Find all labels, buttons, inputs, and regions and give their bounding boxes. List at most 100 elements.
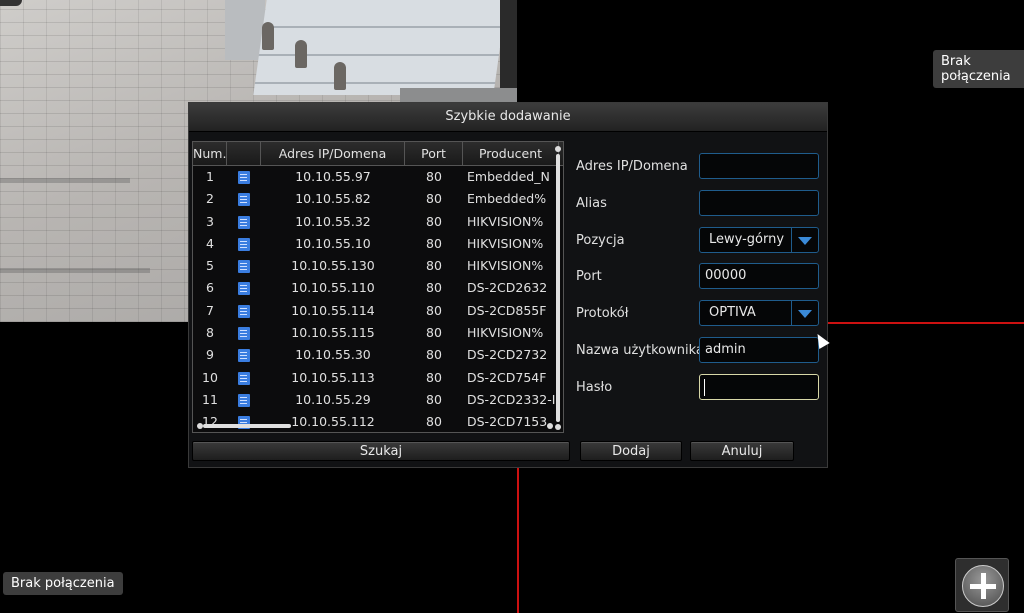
camera-scene-doorway xyxy=(500,0,517,100)
password-label: Hasło xyxy=(576,380,613,395)
row-ip: 10.10.55.82 xyxy=(295,191,371,207)
table-row[interactable]: 1 10.10.55.97 80 Embedded_N xyxy=(193,166,563,188)
row-ip: 10.10.55.114 xyxy=(291,302,375,318)
table-row[interactable]: 5 10.10.55.130 80 HIKVISION% xyxy=(193,255,563,277)
table-row[interactable]: 9 10.10.55.30 80 DS-2CD2732 xyxy=(193,344,563,366)
alias-label: Alias xyxy=(576,196,607,211)
chevron-down-icon[interactable] xyxy=(791,301,818,325)
table-row[interactable]: 2 10.10.55.82 80 Embedded% xyxy=(193,188,563,210)
scroll-right-dot[interactable] xyxy=(547,423,553,429)
edit-cell[interactable] xyxy=(227,277,261,299)
edit-document-icon[interactable] xyxy=(238,282,250,296)
cancel-button[interactable]: Anuluj xyxy=(690,441,794,461)
add-button[interactable]: Dodaj xyxy=(580,441,682,461)
no-connection-label: Brak połączenia xyxy=(3,572,123,595)
row-number: 5 xyxy=(206,258,214,274)
row-number: 12 xyxy=(202,414,218,430)
protocol-label: Protokół xyxy=(576,306,629,321)
edit-document-icon[interactable] xyxy=(238,349,250,363)
row-port: 80 xyxy=(426,191,442,207)
row-producer: HIKVISION% xyxy=(467,258,544,274)
column-header-num[interactable]: Num. xyxy=(193,142,227,165)
row-port: 80 xyxy=(426,169,442,184)
edit-document-icon[interactable] xyxy=(238,215,250,229)
column-header-ip[interactable]: Adres IP/Domena xyxy=(261,142,405,165)
edit-document-icon[interactable] xyxy=(238,393,250,407)
username-label: Nazwa użytkownika xyxy=(576,343,704,358)
edit-cell[interactable] xyxy=(227,188,261,210)
ip-label: Adres IP/Domena xyxy=(576,159,688,174)
table-row[interactable]: 3 10.10.55.32 80 HIKVISION% xyxy=(193,211,563,233)
record-indicator-icon xyxy=(0,0,22,6)
add-camera-button[interactable] xyxy=(955,558,1009,612)
row-number: 6 xyxy=(206,280,214,296)
username-input[interactable]: admin xyxy=(699,337,819,363)
alias-input[interactable] xyxy=(699,190,819,216)
search-button[interactable]: Szukaj xyxy=(192,441,570,461)
row-port: 80 xyxy=(426,325,442,341)
scrollbar-thumb[interactable] xyxy=(203,424,291,428)
port-label: Port xyxy=(576,269,602,284)
ip-domain-input[interactable] xyxy=(699,153,819,179)
table-row[interactable]: 4 10.10.55.10 80 HIKVISION% xyxy=(193,233,563,255)
edit-cell[interactable] xyxy=(227,411,261,432)
row-ip: 10.10.55.10 xyxy=(295,235,371,251)
row-producer: HIKVISION% xyxy=(467,325,544,341)
text-caret xyxy=(704,379,705,396)
table-row[interactable]: 11 10.10.55.29 80 DS-2CD2332-I xyxy=(193,389,563,411)
row-port: 80 xyxy=(426,347,442,363)
edit-cell[interactable] xyxy=(227,255,261,277)
edit-document-icon[interactable] xyxy=(238,260,250,274)
camera-scene-stripe xyxy=(0,178,130,183)
vertical-scrollbar[interactable] xyxy=(555,146,561,430)
edit-document-icon[interactable] xyxy=(238,304,250,318)
camera-scene-stripe xyxy=(0,268,150,273)
table-row[interactable]: 7 10.10.55.114 80 DS-2CD855F xyxy=(193,300,563,322)
edit-cell[interactable] xyxy=(227,166,261,188)
table-row[interactable]: 6 10.10.55.110 80 DS-2CD2632 xyxy=(193,277,563,299)
edit-document-icon[interactable] xyxy=(238,237,250,251)
scrollbar-thumb[interactable] xyxy=(556,154,560,422)
row-port: 80 xyxy=(426,258,442,274)
edit-cell[interactable] xyxy=(227,367,261,389)
table-row[interactable]: 12 10.10.55.112 80 DS-2CD7153 xyxy=(193,411,563,432)
row-port: 80 xyxy=(426,391,442,407)
row-number: 9 xyxy=(206,347,214,363)
scroll-down-dot[interactable] xyxy=(555,424,561,430)
edit-document-icon[interactable] xyxy=(238,171,250,184)
port-input[interactable]: 00000 xyxy=(699,263,819,289)
edit-cell[interactable] xyxy=(227,233,261,255)
edit-document-icon[interactable] xyxy=(238,193,250,207)
edit-cell[interactable] xyxy=(227,211,261,233)
row-number: 2 xyxy=(206,191,214,207)
row-ip: 10.10.55.29 xyxy=(295,391,371,407)
table-row[interactable]: 8 10.10.55.115 80 HIKVISION% xyxy=(193,322,563,344)
edit-cell[interactable] xyxy=(227,344,261,366)
horizontal-scrollbar[interactable] xyxy=(197,423,553,429)
chevron-down-icon[interactable] xyxy=(791,228,818,252)
edit-cell[interactable] xyxy=(227,322,261,344)
edit-cell[interactable] xyxy=(227,389,261,411)
row-ip: 10.10.55.97 xyxy=(295,169,371,184)
table-row[interactable]: 10 10.10.55.113 80 DS-2CD754F xyxy=(193,367,563,389)
row-number: 11 xyxy=(202,391,218,407)
column-header-producer[interactable]: Producent xyxy=(463,142,559,165)
row-number: 7 xyxy=(206,302,214,318)
row-producer: DS-2CD7153 xyxy=(467,414,548,430)
row-number: 3 xyxy=(206,213,214,229)
row-port: 80 xyxy=(426,369,442,385)
device-table[interactable]: Num. Adres IP/Domena Port Producent 1 10.… xyxy=(192,141,564,433)
edit-cell[interactable] xyxy=(227,300,261,322)
edit-document-icon[interactable] xyxy=(238,327,250,341)
protocol-select[interactable]: OPTIVA xyxy=(699,300,819,326)
row-number: 8 xyxy=(206,325,214,341)
scroll-up-dot[interactable] xyxy=(555,146,561,152)
edit-document-icon[interactable] xyxy=(238,371,250,385)
plus-icon xyxy=(962,565,1004,607)
row-producer: DS-2CD754F xyxy=(467,369,547,385)
position-select[interactable]: Lewy-górny xyxy=(699,227,819,253)
password-input[interactable] xyxy=(699,374,819,400)
row-producer: DS-2CD2332-I xyxy=(467,391,556,407)
column-header-port[interactable]: Port xyxy=(405,142,463,165)
row-port: 80 xyxy=(426,235,442,251)
